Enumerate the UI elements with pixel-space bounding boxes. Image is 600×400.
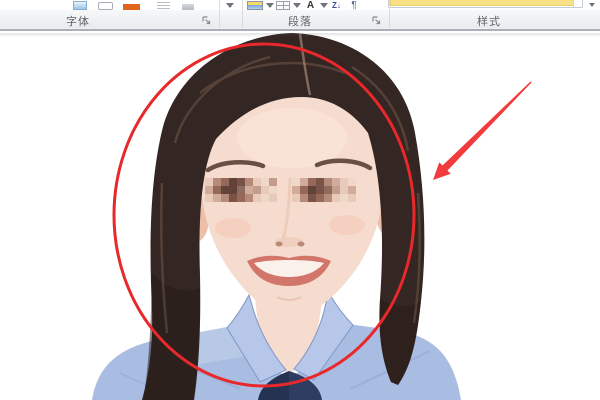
cheek-blush-left: [215, 218, 251, 238]
group-label-paragraph: 段落: [288, 16, 312, 28]
document-graphics: [92, 33, 532, 400]
nostril-right: [297, 241, 305, 247]
group-divider: [389, 0, 390, 28]
paragraph-dialog-launcher-icon[interactable]: [372, 13, 382, 25]
cheek-blush-right: [329, 215, 365, 235]
style-gallery-divider: [573, 0, 574, 7]
character-scale-icon[interactable]: [157, 2, 170, 10]
application-window: A Z↓ ¶ 字体 段落 样式: [0, 0, 600, 400]
character-border-icon[interactable]: [98, 2, 113, 10]
ribbon-border-dark: [0, 29, 600, 31]
shading-bucket-icon[interactable]: [247, 1, 263, 10]
borders-dropdown-icon[interactable]: [293, 3, 301, 8]
borders-grid-icon[interactable]: [276, 1, 290, 10]
group-divider: [242, 0, 243, 28]
left-eye-mosaic: [205, 178, 277, 202]
group-divider: [219, 0, 220, 28]
line-spacing-dropdown-icon[interactable]: [226, 3, 234, 8]
ribbon: A Z↓ ¶ 字体 段落 样式: [0, 0, 600, 33]
style-gallery[interactable]: [388, 0, 583, 8]
portrait-photo[interactable]: [92, 33, 461, 400]
group-label-styles: 样式: [477, 16, 501, 28]
group-label-font: 字体: [66, 16, 90, 28]
forehead-highlight: [237, 108, 347, 168]
style-gallery-more-button[interactable]: [588, 1, 598, 9]
phonetic-guide-icon[interactable]: [73, 1, 87, 10]
ribbon-group-label-row: 字体 段落 样式: [0, 10, 600, 28]
arrow-annotation[interactable]: [433, 81, 532, 181]
document-canvas: [0, 33, 600, 400]
nostril-left: [275, 241, 283, 247]
character-shading-dropdown-icon[interactable]: [320, 3, 328, 8]
show-formatting-marks-icon[interactable]: ¶: [349, 1, 359, 10]
font-dialog-launcher-icon[interactable]: [202, 13, 212, 25]
style-gallery-selected-item[interactable]: [390, 0, 574, 6]
shading-dropdown-icon[interactable]: [266, 3, 274, 8]
right-eye-mosaic: [292, 178, 356, 202]
sort-icon[interactable]: Z↓: [330, 1, 343, 10]
chevron-down-icon: [589, 3, 595, 7]
character-shading-icon[interactable]: A: [304, 1, 317, 10]
